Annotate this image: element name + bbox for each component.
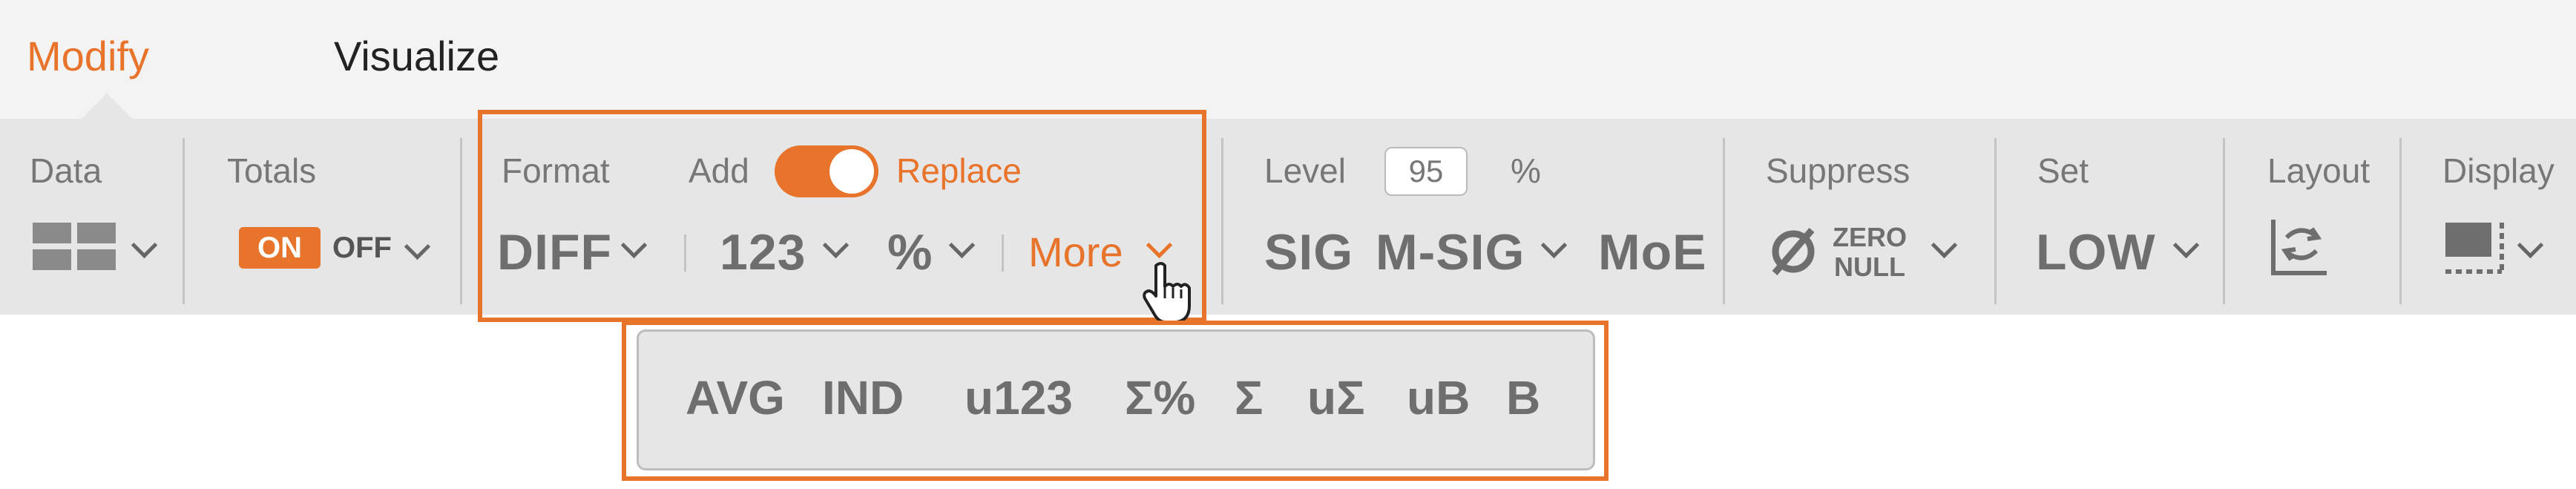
totals-off-label[interactable]: OFF: [332, 227, 392, 269]
menu-item-ub[interactable]: uB: [1407, 368, 1470, 427]
menu-item-sigma-percent[interactable]: Σ%: [1125, 368, 1195, 427]
separator: [1221, 138, 1223, 304]
toggle-knob: [829, 149, 874, 194]
set-low-button[interactable]: LOW: [2036, 223, 2156, 282]
level-input[interactable]: 95: [1384, 147, 1468, 196]
tab-modify[interactable]: Modify: [27, 30, 149, 83]
diff-button[interactable]: DIFF: [497, 223, 612, 282]
empty-set-icon[interactable]: [1766, 224, 1821, 283]
format-highlight-box: [478, 110, 1206, 322]
data-group-label: Data: [30, 151, 102, 190]
zero-label: ZERO: [1833, 222, 1908, 252]
separator: [2223, 138, 2225, 304]
set-group-label: Set: [2037, 151, 2089, 190]
zero-null-label: ZERO NULL: [1833, 223, 1907, 282]
totals-on-badge[interactable]: ON: [239, 227, 321, 269]
separator: [1723, 138, 1725, 304]
separator: [1994, 138, 1997, 304]
moe-button[interactable]: MoE: [1598, 223, 1707, 282]
menu-item-u123[interactable]: u123: [965, 368, 1073, 427]
display-panel-icon[interactable]: [2442, 220, 2505, 280]
separator: [460, 138, 462, 304]
sig-button[interactable]: SIG: [1264, 223, 1353, 282]
menu-item-avg[interactable]: AVG: [686, 368, 785, 427]
tab-visualize[interactable]: Visualize: [334, 30, 499, 83]
level-unit-label: %: [1511, 151, 1541, 190]
swap-layout-icon[interactable]: [2267, 215, 2330, 281]
separator: [684, 234, 686, 272]
separator: [183, 138, 185, 304]
menu-item-sigma[interactable]: Σ: [1235, 368, 1263, 427]
suppress-group-label: Suppress: [1766, 151, 1910, 190]
active-tab-indicator: [82, 93, 132, 119]
format-group-label: Format: [502, 151, 610, 190]
menu-item-ind[interactable]: IND: [822, 368, 904, 427]
separator: [2399, 138, 2402, 304]
display-group-label: Display: [2442, 151, 2554, 190]
toolbar: [0, 119, 2576, 315]
more-button[interactable]: More: [1028, 226, 1123, 279]
msig-button[interactable]: M-SIG: [1376, 223, 1525, 282]
menu-item-u-sigma[interactable]: uΣ: [1307, 368, 1365, 427]
layout-group-label: Layout: [2267, 151, 2370, 190]
number-format-button[interactable]: 123: [720, 223, 806, 282]
percent-button[interactable]: %: [887, 223, 933, 282]
replace-label: Replace: [896, 151, 1022, 190]
level-group-label: Level: [1264, 151, 1346, 190]
separator: [1002, 234, 1004, 272]
add-replace-toggle[interactable]: [775, 145, 878, 197]
data-grid-icon[interactable]: [33, 223, 119, 275]
totals-group-label: Totals: [227, 151, 317, 190]
null-label: NULL: [1834, 252, 1905, 282]
hand-cursor-icon: [1143, 261, 1193, 327]
add-label: Add: [689, 151, 749, 190]
menu-item-b[interactable]: B: [1506, 368, 1540, 427]
